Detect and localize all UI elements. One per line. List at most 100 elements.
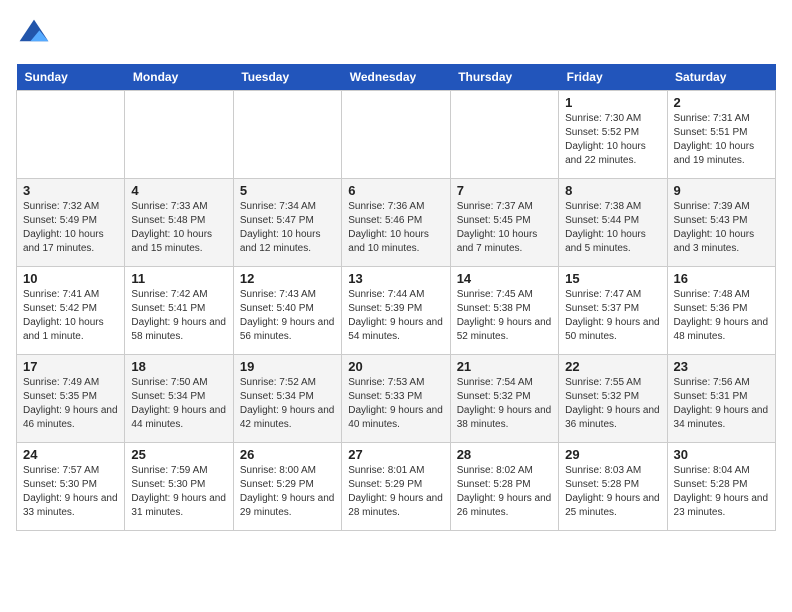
day-info: Sunrise: 7:41 AM Sunset: 5:42 PM Dayligh… bbox=[23, 288, 118, 344]
day-info: Sunrise: 7:50 AM Sunset: 5:34 PM Dayligh… bbox=[131, 376, 226, 432]
day-number: 13 bbox=[348, 271, 443, 286]
calendar-cell: 11 Sunrise: 7:42 AM Sunset: 5:41 PM Dayli… bbox=[125, 267, 233, 355]
calendar-cell: 28 Sunrise: 8:02 AM Sunset: 5:28 PM Dayli… bbox=[450, 443, 558, 531]
day-number: 4 bbox=[131, 183, 226, 198]
logo bbox=[16, 16, 56, 52]
day-info: Sunrise: 7:55 AM Sunset: 5:32 PM Dayligh… bbox=[565, 376, 660, 432]
day-info: Sunrise: 7:37 AM Sunset: 5:45 PM Dayligh… bbox=[457, 200, 552, 256]
day-info: Sunrise: 8:03 AM Sunset: 5:28 PM Dayligh… bbox=[565, 464, 660, 520]
day-number: 21 bbox=[457, 359, 552, 374]
calendar-table: SundayMondayTuesdayWednesdayThursdayFrid… bbox=[16, 64, 776, 531]
calendar-cell: 6 Sunrise: 7:36 AM Sunset: 5:46 PM Daylig… bbox=[342, 179, 450, 267]
calendar-cell: 2Sunrise: 7:31 AM Sunset: 5:51 PM Daylig… bbox=[667, 91, 775, 179]
calendar-cell bbox=[125, 91, 233, 179]
weekday-header: Thursday bbox=[450, 64, 558, 91]
day-number: 19 bbox=[240, 359, 335, 374]
day-number: 29 bbox=[565, 447, 660, 462]
calendar-cell: 14 Sunrise: 7:45 AM Sunset: 5:38 PM Dayli… bbox=[450, 267, 558, 355]
day-number: 1 bbox=[565, 95, 660, 110]
day-info: Sunrise: 7:39 AM Sunset: 5:43 PM Dayligh… bbox=[674, 200, 769, 256]
calendar-cell: 30 Sunrise: 8:04 AM Sunset: 5:28 PM Dayli… bbox=[667, 443, 775, 531]
day-info: Sunrise: 7:56 AM Sunset: 5:31 PM Dayligh… bbox=[674, 376, 769, 432]
calendar-cell: 4 Sunrise: 7:33 AM Sunset: 5:48 PM Daylig… bbox=[125, 179, 233, 267]
day-number: 11 bbox=[131, 271, 226, 286]
calendar-cell: 20 Sunrise: 7:53 AM Sunset: 5:33 PM Dayli… bbox=[342, 355, 450, 443]
header bbox=[16, 16, 776, 52]
day-number: 16 bbox=[674, 271, 769, 286]
calendar-cell bbox=[233, 91, 341, 179]
day-info: Sunrise: 7:59 AM Sunset: 5:30 PM Dayligh… bbox=[131, 464, 226, 520]
day-number: 15 bbox=[565, 271, 660, 286]
calendar-cell: 12 Sunrise: 7:43 AM Sunset: 5:40 PM Dayli… bbox=[233, 267, 341, 355]
calendar-cell: 5 Sunrise: 7:34 AM Sunset: 5:47 PM Daylig… bbox=[233, 179, 341, 267]
day-info: Sunrise: 7:47 AM Sunset: 5:37 PM Dayligh… bbox=[565, 288, 660, 344]
day-number: 9 bbox=[674, 183, 769, 198]
day-info: Sunrise: 8:02 AM Sunset: 5:28 PM Dayligh… bbox=[457, 464, 552, 520]
calendar-cell: 24 Sunrise: 7:57 AM Sunset: 5:30 PM Dayli… bbox=[17, 443, 125, 531]
day-number: 6 bbox=[348, 183, 443, 198]
day-number: 22 bbox=[565, 359, 660, 374]
day-number: 8 bbox=[565, 183, 660, 198]
calendar-cell: 23 Sunrise: 7:56 AM Sunset: 5:31 PM Dayli… bbox=[667, 355, 775, 443]
day-info: Sunrise: 7:49 AM Sunset: 5:35 PM Dayligh… bbox=[23, 376, 118, 432]
calendar-cell: 3 Sunrise: 7:32 AM Sunset: 5:49 PM Daylig… bbox=[17, 179, 125, 267]
day-info: Sunrise: 8:04 AM Sunset: 5:28 PM Dayligh… bbox=[674, 464, 769, 520]
day-info: Sunrise: 7:34 AM Sunset: 5:47 PM Dayligh… bbox=[240, 200, 335, 256]
day-info: Sunrise: 7:44 AM Sunset: 5:39 PM Dayligh… bbox=[348, 288, 443, 344]
logo-icon bbox=[16, 16, 52, 52]
calendar-cell: 9 Sunrise: 7:39 AM Sunset: 5:43 PM Daylig… bbox=[667, 179, 775, 267]
day-number: 10 bbox=[23, 271, 118, 286]
day-info: Sunrise: 7:42 AM Sunset: 5:41 PM Dayligh… bbox=[131, 288, 226, 344]
calendar-cell: 29 Sunrise: 8:03 AM Sunset: 5:28 PM Dayli… bbox=[559, 443, 667, 531]
calendar-cell: 22 Sunrise: 7:55 AM Sunset: 5:32 PM Dayli… bbox=[559, 355, 667, 443]
day-number: 5 bbox=[240, 183, 335, 198]
day-info: Sunrise: 7:36 AM Sunset: 5:46 PM Dayligh… bbox=[348, 200, 443, 256]
weekday-header: Saturday bbox=[667, 64, 775, 91]
day-info: Sunrise: 7:48 AM Sunset: 5:36 PM Dayligh… bbox=[674, 288, 769, 344]
calendar-cell bbox=[342, 91, 450, 179]
day-info: Sunrise: 7:45 AM Sunset: 5:38 PM Dayligh… bbox=[457, 288, 552, 344]
day-info: Sunrise: 7:54 AM Sunset: 5:32 PM Dayligh… bbox=[457, 376, 552, 432]
calendar-cell: 13 Sunrise: 7:44 AM Sunset: 5:39 PM Dayli… bbox=[342, 267, 450, 355]
day-number: 25 bbox=[131, 447, 226, 462]
calendar-cell: 16 Sunrise: 7:48 AM Sunset: 5:36 PM Dayli… bbox=[667, 267, 775, 355]
weekday-header: Wednesday bbox=[342, 64, 450, 91]
day-number: 28 bbox=[457, 447, 552, 462]
calendar-cell: 18Sunrise: 7:50 AM Sunset: 5:34 PM Dayli… bbox=[125, 355, 233, 443]
day-number: 14 bbox=[457, 271, 552, 286]
calendar-cell: 15 Sunrise: 7:47 AM Sunset: 5:37 PM Dayli… bbox=[559, 267, 667, 355]
day-info: Sunrise: 7:43 AM Sunset: 5:40 PM Dayligh… bbox=[240, 288, 335, 344]
day-info: Sunrise: 7:38 AM Sunset: 5:44 PM Dayligh… bbox=[565, 200, 660, 256]
day-number: 30 bbox=[674, 447, 769, 462]
day-number: 3 bbox=[23, 183, 118, 198]
day-number: 24 bbox=[23, 447, 118, 462]
day-number: 2 bbox=[674, 95, 769, 110]
calendar-cell: 1 Sunrise: 7:30 AM Sunset: 5:52 PM Daylig… bbox=[559, 91, 667, 179]
day-info: Sunrise: 8:01 AM Sunset: 5:29 PM Dayligh… bbox=[348, 464, 443, 520]
weekday-header: Sunday bbox=[17, 64, 125, 91]
weekday-header: Monday bbox=[125, 64, 233, 91]
day-info: Sunrise: 7:32 AM Sunset: 5:49 PM Dayligh… bbox=[23, 200, 118, 256]
day-number: 20 bbox=[348, 359, 443, 374]
calendar-cell: 27 Sunrise: 8:01 AM Sunset: 5:29 PM Dayli… bbox=[342, 443, 450, 531]
weekday-header: Friday bbox=[559, 64, 667, 91]
calendar-cell: 17 Sunrise: 7:49 AM Sunset: 5:35 PM Dayli… bbox=[17, 355, 125, 443]
day-info: Sunrise: 7:33 AM Sunset: 5:48 PM Dayligh… bbox=[131, 200, 226, 256]
day-number: 7 bbox=[457, 183, 552, 198]
day-number: 23 bbox=[674, 359, 769, 374]
day-number: 27 bbox=[348, 447, 443, 462]
weekday-header: Tuesday bbox=[233, 64, 341, 91]
day-number: 12 bbox=[240, 271, 335, 286]
calendar-cell: 21 Sunrise: 7:54 AM Sunset: 5:32 PM Dayli… bbox=[450, 355, 558, 443]
calendar-cell bbox=[17, 91, 125, 179]
day-info: Sunrise: 7:30 AM Sunset: 5:52 PM Dayligh… bbox=[565, 112, 660, 168]
day-number: 17 bbox=[23, 359, 118, 374]
calendar-cell: 19Sunrise: 7:52 AM Sunset: 5:34 PM Dayli… bbox=[233, 355, 341, 443]
day-info: Sunrise: 7:57 AM Sunset: 5:30 PM Dayligh… bbox=[23, 464, 118, 520]
calendar-cell: 8 Sunrise: 7:38 AM Sunset: 5:44 PM Daylig… bbox=[559, 179, 667, 267]
calendar-cell: 25 Sunrise: 7:59 AM Sunset: 5:30 PM Dayli… bbox=[125, 443, 233, 531]
day-info: Sunrise: 7:53 AM Sunset: 5:33 PM Dayligh… bbox=[348, 376, 443, 432]
calendar-cell: 7 Sunrise: 7:37 AM Sunset: 5:45 PM Daylig… bbox=[450, 179, 558, 267]
day-info: Sunrise: 8:00 AM Sunset: 5:29 PM Dayligh… bbox=[240, 464, 335, 520]
calendar-cell: 10 Sunrise: 7:41 AM Sunset: 5:42 PM Dayli… bbox=[17, 267, 125, 355]
